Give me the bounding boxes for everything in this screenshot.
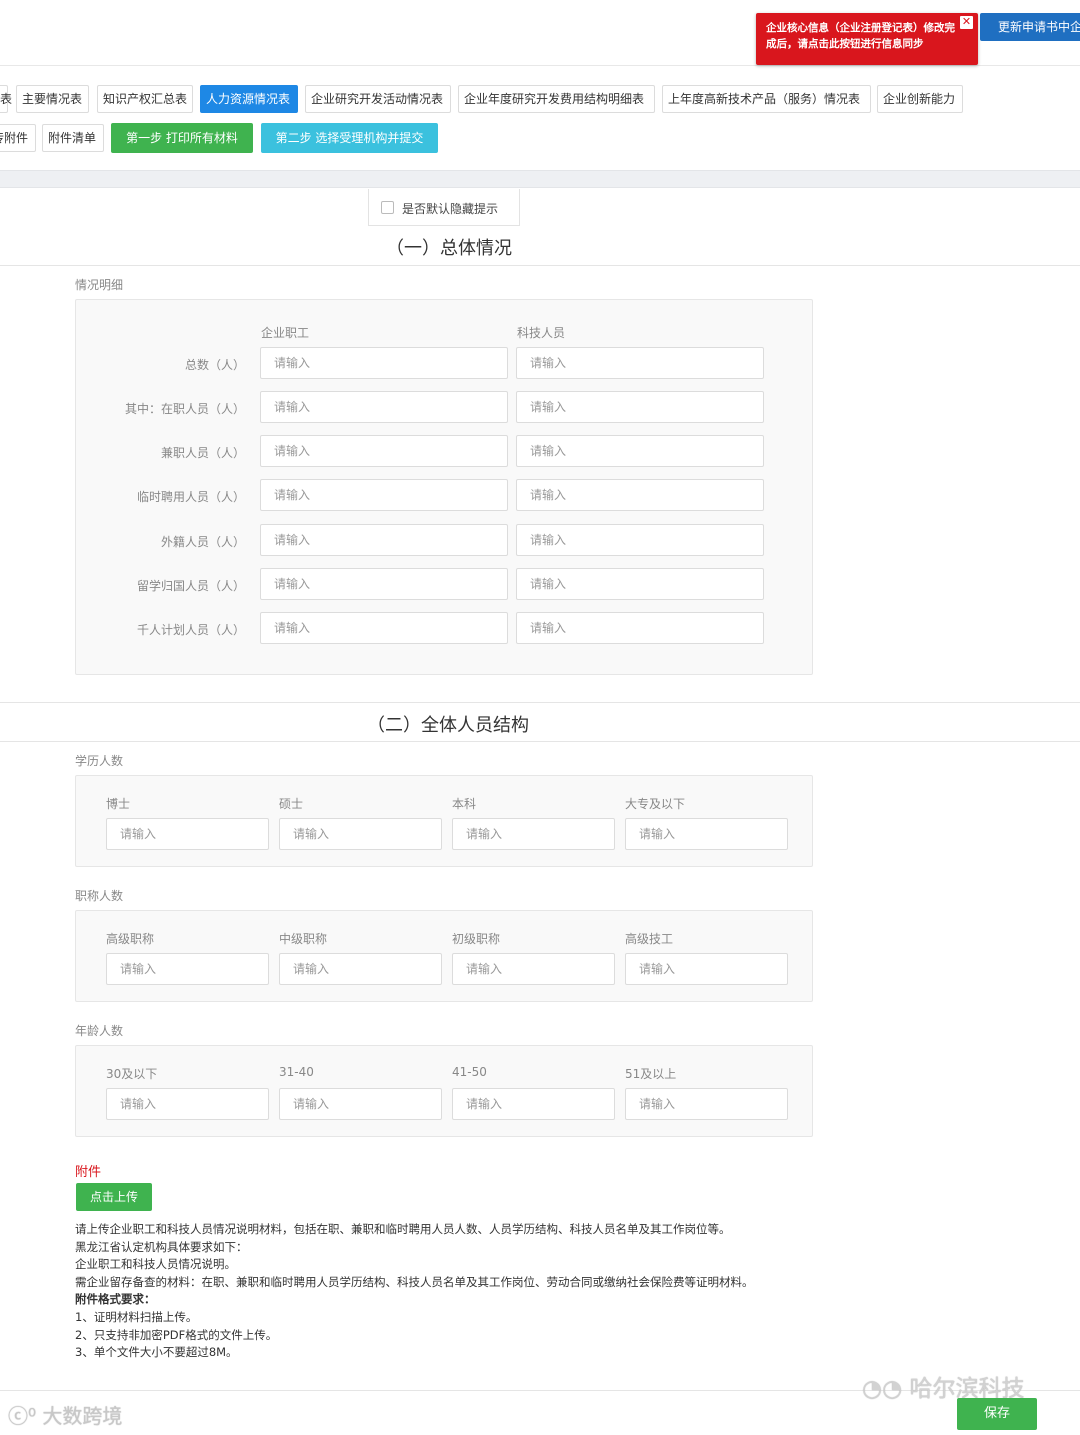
submit-button[interactable]: 第二步 选择受理机构并提交 <box>261 123 438 153</box>
weibo-icon: ⓒ⁰ <box>8 1404 43 1428</box>
row-label: 其中：在职人员（人） <box>124 402 245 416</box>
title-group-input[interactable] <box>279 953 442 985</box>
title-group-input[interactable] <box>625 953 788 985</box>
note-line-format-heading: 附件格式要求： <box>75 1292 156 1307</box>
hide-hint-toggle[interactable]: 是否默认隐藏提示 <box>368 189 520 226</box>
tech-staff-count-input[interactable] <box>516 612 764 644</box>
title-group-label: 职称人数 <box>75 889 124 903</box>
age-group-input[interactable] <box>279 1088 442 1120</box>
age-group-input[interactable] <box>106 1088 269 1120</box>
tab-innovation[interactable]: 企业创新能力 <box>877 85 963 113</box>
divider <box>0 265 1080 266</box>
title-group-input[interactable] <box>452 953 615 985</box>
field-label: 大专及以下 <box>625 797 686 811</box>
section-title-structure: （二）全体人员结构 <box>367 715 529 736</box>
tab-ip-summary[interactable]: 知识产权汇总表 <box>97 85 193 113</box>
note-line: 2、只支持非加密PDF格式的文件上传。 <box>75 1327 278 1342</box>
employee-count-input[interactable] <box>260 479 508 511</box>
note-line: 3、单个文件大小不要超过8M。 <box>75 1345 238 1360</box>
note-line: 企业职工和科技人员情况说明。 <box>75 1257 236 1272</box>
note-line: 1、证明材料扫描上传。 <box>75 1309 198 1324</box>
employee-count-input[interactable] <box>260 347 508 379</box>
hide-hint-label: 是否默认隐藏提示 <box>402 202 499 216</box>
field-label: 初级职称 <box>452 932 501 946</box>
tech-staff-count-input[interactable] <box>516 347 764 379</box>
title-group-input[interactable] <box>106 953 269 985</box>
employee-count-input[interactable] <box>260 435 508 467</box>
sync-alert-text: 企业核心信息（企业注册登记表）修改完成后，请点击此按钮进行信息同步 <box>766 22 955 50</box>
row-label: 千人计划人员（人） <box>136 623 245 637</box>
row-label: 留学归国人员（人） <box>136 579 245 593</box>
row-label: 兼职人员（人） <box>160 446 245 460</box>
tech-staff-count-input[interactable] <box>516 435 764 467</box>
education-group-input[interactable] <box>279 818 442 850</box>
tab-rd-activity[interactable]: 企业研究开发活动情况表 <box>305 85 451 113</box>
sync-info-button[interactable]: 更新申请书中企 <box>980 13 1080 41</box>
employee-count-input[interactable] <box>260 391 508 423</box>
tech-staff-count-input[interactable] <box>516 568 764 600</box>
tab-hightech-products[interactable]: 上年度高新技术产品（服务）情况表 <box>662 85 871 113</box>
wechat-icon: ◔◔ <box>862 1376 910 1402</box>
section-title-overview: （一）总体情况 <box>386 238 512 259</box>
col-header-employees: 企业职工 <box>261 326 310 340</box>
tab-hr[interactable]: 人力资源情况表 <box>200 85 298 113</box>
education-group-input[interactable] <box>452 818 615 850</box>
age-group-label: 年龄人数 <box>75 1024 124 1038</box>
field-label: 高级职称 <box>106 932 155 946</box>
divider <box>0 702 1080 703</box>
note-line: 请上传企业职工和科技人员情况说明材料，包括在职、兼职和临时聘用人员人数、人员学历… <box>75 1222 731 1236</box>
col-header-tech-staff: 科技人员 <box>517 326 566 340</box>
tech-staff-count-input[interactable] <box>516 524 764 556</box>
field-label: 31-40 <box>279 1065 314 1079</box>
row-label: 临时聘用人员（人） <box>136 490 245 504</box>
sync-alert[interactable]: 企业核心信息（企业注册登记表）修改完成后，请点击此按钮进行信息同步 ✕ <box>756 13 978 65</box>
age-group-input[interactable] <box>452 1088 615 1120</box>
watermark-logo: ⓒ⁰ 大数跨境 <box>8 1400 122 1429</box>
tech-staff-count-input[interactable] <box>516 391 764 423</box>
tab-upload-attachments[interactable]: 传附件 <box>0 124 36 152</box>
field-label: 30及以下 <box>106 1067 158 1081</box>
tech-staff-count-input[interactable] <box>516 479 764 511</box>
field-label: 博士 <box>106 797 131 811</box>
field-label: 中级职称 <box>279 932 328 946</box>
close-icon[interactable]: ✕ <box>960 16 973 29</box>
attachment-notes: 请上传企业职工和科技人员情况说明材料，包括在职、兼职和临时聘用人员人数、人员学历… <box>75 1221 835 1362</box>
tab-attachment-list[interactable]: 附件清单 <box>42 124 104 152</box>
print-all-button[interactable]: 第一步 打印所有材料 <box>111 123 253 153</box>
field-label: 41-50 <box>452 1065 487 1079</box>
row-label: 总数（人） <box>184 358 245 372</box>
note-line: 需企业留存备查的材料：在职、兼职和临时聘用人员学历结构、科技人员名单及其工作岗位… <box>75 1274 754 1289</box>
education-group-input[interactable] <box>106 818 269 850</box>
tab-rd-cost[interactable]: 企业年度研究开发费用结构明细表 <box>458 85 655 113</box>
field-label: 硕士 <box>279 797 304 811</box>
education-group-label: 学历人数 <box>75 754 124 768</box>
row-label: 外籍人员（人） <box>160 535 245 549</box>
employee-count-input[interactable] <box>260 612 508 644</box>
employee-count-input[interactable] <box>260 524 508 556</box>
field-label: 本科 <box>452 797 477 811</box>
note-line: 黑龙江省认定机构具体要求如下： <box>75 1239 248 1254</box>
tab-partial[interactable]: 表 <box>0 85 12 113</box>
employee-count-input[interactable] <box>260 568 508 600</box>
hide-hint-checkbox[interactable] <box>381 201 394 214</box>
save-button[interactable]: 保存 <box>957 1398 1037 1430</box>
divider-band <box>0 170 1080 188</box>
attachment-title: 附件 <box>75 1165 102 1180</box>
watermark-left-text: 大数跨境 <box>42 1404 123 1428</box>
field-label: 51及以上 <box>625 1067 677 1081</box>
field-label: 高级技工 <box>625 932 674 946</box>
upload-button[interactable]: 点击上传 <box>76 1183 152 1211</box>
age-group-input[interactable] <box>625 1088 788 1120</box>
tab-main-info[interactable]: 主要情况表 <box>16 85 89 113</box>
education-group-input[interactable] <box>625 818 788 850</box>
divider <box>0 741 1080 742</box>
group-label-details: 情况明细 <box>75 278 124 292</box>
